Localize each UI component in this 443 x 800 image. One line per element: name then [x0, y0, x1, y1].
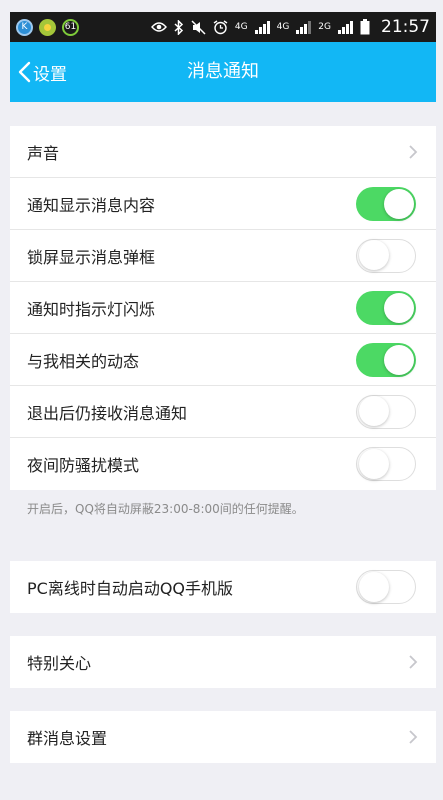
receive-after-exit-toggle[interactable] [356, 394, 416, 429]
chevron-right-icon [409, 144, 418, 159]
special-care-label: 特别关心 [27, 654, 92, 673]
sound-row[interactable]: 声音 [10, 126, 436, 178]
muted-icon [191, 19, 206, 35]
bluetooth-icon [174, 19, 183, 35]
group-msg-label: 群消息设置 [27, 729, 108, 748]
battery-ring-value: 61 [64, 22, 77, 32]
toggle-knob [359, 240, 389, 270]
sound-label: 声音 [27, 143, 60, 163]
toggle-row-night-mode: 夜间防骚扰模式 [10, 438, 436, 490]
chevron-left-icon [18, 61, 31, 83]
page-title: 消息通知 [187, 61, 259, 82]
lockscreen-popup-toggle[interactable] [356, 238, 416, 273]
pc-offline-group: PC离线时自动启动QQ手机版 [10, 561, 436, 613]
back-button[interactable]: 设置 [18, 42, 67, 102]
group-msg-group: 群消息设置 [10, 711, 436, 763]
nav-bar: 设置 消息通知 [10, 42, 436, 102]
network-4g-icon: 4G [276, 22, 290, 32]
sun-app-icon [39, 18, 56, 36]
group-msg-row[interactable]: 群消息设置 [10, 711, 436, 763]
status-bar: K 61 4G 4G 2G 21:57 [10, 12, 436, 42]
toggle-knob [359, 396, 389, 426]
clock: 21:57 [381, 17, 430, 37]
toggle-row-lockscreen-popup: 锁屏显示消息弹框 [10, 230, 436, 282]
signal-bars-icon [254, 20, 270, 34]
chevron-right-icon [409, 655, 418, 669]
indicator-light-toggle[interactable] [356, 290, 416, 325]
toggle-row-related-updates: 与我相关的动态 [10, 334, 436, 386]
toggle-row-indicator-light: 通知时指示灯闪烁 [10, 282, 436, 334]
show-content-toggle[interactable] [356, 186, 416, 221]
toggle-row-receive-after-exit: 退出后仍接收消息通知 [10, 386, 436, 438]
k-app-icon: K [16, 18, 33, 36]
battery-icon [360, 19, 370, 35]
toggle-row-pc-offline: PC离线时自动启动QQ手机版 [10, 561, 436, 613]
battery-ring-icon: 61 [62, 18, 79, 36]
toggle-knob [384, 188, 414, 219]
special-care-row[interactable]: 特别关心 [10, 636, 436, 688]
pc-offline-toggle[interactable] [356, 570, 416, 604]
toggle-knob [384, 344, 414, 375]
toggle-knob [384, 292, 414, 323]
chevron-right-icon [409, 730, 418, 744]
signal-bars-icon [296, 20, 312, 34]
toggle-knob [359, 571, 389, 602]
toggle-knob [359, 448, 389, 479]
toggle-row-show-content: 通知显示消息内容 [10, 178, 436, 230]
signal-bars-icon [338, 20, 353, 34]
network-4g-icon: 4G [234, 22, 248, 32]
eye-icon [150, 22, 167, 32]
alarm-icon [213, 19, 228, 34]
night-mode-hint: 开启后，QQ将自动屏蔽23:00-8:00间的任何提醒。 [27, 502, 304, 516]
network-2g-icon: 2G [318, 22, 331, 32]
back-label: 设置 [33, 64, 67, 85]
night-mode-toggle[interactable] [356, 447, 416, 481]
related-updates-toggle[interactable] [356, 342, 416, 377]
screen: K 61 4G 4G 2G 21:57 设置 消息通知 声音 通知显示消息内容 … [10, 12, 436, 800]
notification-settings-group: 声音 通知显示消息内容 锁屏显示消息弹框 通知时指示灯闪烁 与我相关的动态 退出… [10, 126, 436, 490]
special-care-group: 特别关心 [10, 636, 436, 688]
